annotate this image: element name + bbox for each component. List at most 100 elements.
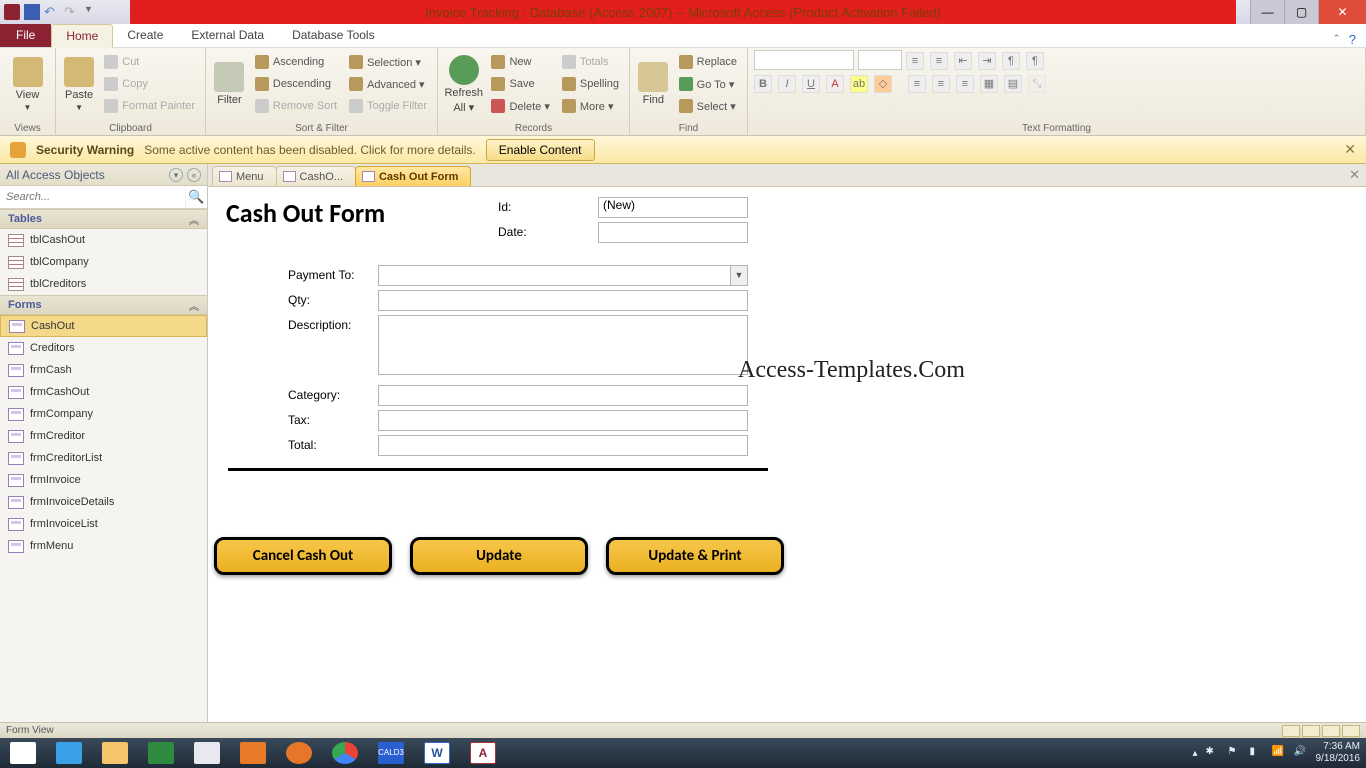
paste-button[interactable]: Paste▼	[62, 50, 96, 118]
design-view-icon[interactable]	[1342, 725, 1360, 737]
taskbar-access[interactable]: A	[460, 738, 506, 768]
nav-category-tables[interactable]: Tables︽	[0, 209, 207, 229]
fill-color-icon[interactable]: ◇	[874, 75, 892, 93]
highlight-icon[interactable]: ab	[850, 75, 868, 93]
qty-field[interactable]	[378, 290, 748, 311]
goto-button[interactable]: Go To ▾	[675, 74, 741, 94]
selection-button[interactable]: Selection ▾	[345, 52, 431, 72]
filter-button[interactable]: Filter	[212, 50, 247, 118]
ltr-icon[interactable]: ¶	[1002, 52, 1020, 70]
tax-field[interactable]	[378, 410, 748, 431]
taskbar-word[interactable]: W	[414, 738, 460, 768]
nav-form-item[interactable]: CashOut	[0, 315, 207, 337]
taskbar-firefox[interactable]	[276, 738, 322, 768]
tray-clock[interactable]: 7:36 AM 9/18/2016	[1316, 741, 1361, 765]
doc-tab-cashout-form[interactable]: Cash Out Form	[355, 166, 471, 186]
nav-table-item[interactable]: tblCompany	[0, 251, 207, 273]
nav-form-item[interactable]: frmCashOut	[0, 381, 207, 403]
description-field[interactable]	[378, 315, 748, 375]
chevron-down-icon[interactable]: ▼	[730, 266, 747, 285]
font-name-combo[interactable]	[754, 50, 854, 70]
taskbar-app2[interactable]	[230, 738, 276, 768]
format-painter-button[interactable]: Format Painter	[100, 96, 199, 116]
nav-form-item[interactable]: frmMenu	[0, 535, 207, 557]
tab-external-data[interactable]: External Data	[177, 23, 278, 47]
network-icon[interactable]: 📶	[1272, 746, 1286, 760]
nav-form-item[interactable]: frmCompany	[0, 403, 207, 425]
nav-form-item[interactable]: frmCreditorList	[0, 447, 207, 469]
toggle-filter-button[interactable]: Toggle Filter	[345, 96, 431, 116]
select-button[interactable]: Select ▾	[675, 96, 741, 116]
totals-button[interactable]: Totals	[558, 52, 623, 72]
taskbar-cald3[interactable]: CALD3	[368, 738, 414, 768]
taskbar-store[interactable]	[138, 738, 184, 768]
sort-asc-button[interactable]: Ascending	[251, 52, 341, 72]
taskbar-ie[interactable]	[46, 738, 92, 768]
taskbar-explorer[interactable]	[92, 738, 138, 768]
enable-content-button[interactable]: Enable Content	[486, 139, 595, 161]
nav-form-item[interactable]: frmInvoiceDetails	[0, 491, 207, 513]
total-field[interactable]	[378, 435, 748, 456]
delete-record-button[interactable]: Delete ▾	[487, 96, 553, 116]
nav-dropdown-icon[interactable]: ▾	[169, 168, 183, 182]
indent-left-icon[interactable]: ⇤	[954, 52, 972, 70]
payment-to-combo[interactable]: ▼	[378, 265, 748, 286]
date-field[interactable]	[598, 222, 748, 243]
battery-icon[interactable]: ▮	[1250, 746, 1264, 760]
save-record-button[interactable]: Save	[487, 74, 553, 94]
align-left-icon[interactable]: ≡	[908, 75, 926, 93]
bullets-icon[interactable]: ≡	[906, 52, 924, 70]
layout-view-icon[interactable]	[1322, 725, 1340, 737]
advanced-button[interactable]: Advanced ▾	[345, 74, 431, 94]
tab-home[interactable]: Home	[51, 24, 113, 48]
underline-icon[interactable]: U	[802, 75, 820, 93]
cancel-cash-out-button[interactable]: Cancel Cash Out	[214, 537, 392, 575]
font-color-icon[interactable]: A	[826, 75, 844, 93]
save-icon[interactable]	[24, 4, 40, 20]
maximize-button[interactable]: ▢	[1284, 0, 1318, 24]
bluetooth-icon[interactable]: ✱	[1206, 746, 1220, 760]
nav-form-item[interactable]: Creditors	[0, 337, 207, 359]
rtl-icon[interactable]: ¶	[1026, 52, 1044, 70]
tray-up-icon[interactable]: ▴	[1192, 748, 1197, 759]
cut-button[interactable]: Cut	[100, 52, 199, 72]
nav-form-item[interactable]: frmCash	[0, 359, 207, 381]
search-icon[interactable]: 🔍	[185, 186, 207, 208]
nav-form-item[interactable]: frmCreditor	[0, 425, 207, 447]
update-print-button[interactable]: Update & Print	[606, 537, 784, 575]
form-view-icon[interactable]	[1282, 725, 1300, 737]
bold-icon[interactable]: B	[754, 75, 772, 93]
file-tab[interactable]: File	[0, 23, 51, 47]
nav-table-item[interactable]: tblCreditors	[0, 273, 207, 295]
copy-button[interactable]: Copy	[100, 74, 199, 94]
find-button[interactable]: Find	[636, 50, 671, 118]
doc-tab-close-icon[interactable]: ✕	[1349, 167, 1360, 183]
start-button[interactable]	[0, 738, 46, 768]
redo-icon[interactable]: ↷	[64, 4, 80, 20]
minimize-ribbon-icon[interactable]: ˆ	[1334, 32, 1338, 47]
expand-icon[interactable]: ⤡	[1028, 75, 1046, 93]
doc-tab-cashout[interactable]: CashO...	[276, 166, 356, 186]
view-button[interactable]: View▼	[6, 50, 49, 118]
alt-row-icon[interactable]: ▤	[1004, 75, 1022, 93]
numbering-icon[interactable]: ≡	[930, 52, 948, 70]
italic-icon[interactable]: I	[778, 75, 796, 93]
taskbar-chrome[interactable]	[322, 738, 368, 768]
sort-desc-button[interactable]: Descending	[251, 74, 341, 94]
security-warning-message[interactable]: Some active content has been disabled. C…	[144, 143, 476, 157]
volume-icon[interactable]: 🔊	[1294, 746, 1308, 760]
close-button[interactable]: ✕	[1318, 0, 1366, 24]
refresh-all-button[interactable]: RefreshAll ▾	[444, 50, 483, 118]
replace-button[interactable]: Replace	[675, 52, 741, 72]
doc-tab-menu[interactable]: Menu	[212, 166, 277, 186]
nav-form-item[interactable]: frmInvoice	[0, 469, 207, 491]
flag-icon[interactable]: ⚑	[1228, 746, 1242, 760]
tab-create[interactable]: Create	[113, 23, 177, 47]
nav-form-item[interactable]: frmInvoiceList	[0, 513, 207, 535]
undo-icon[interactable]: ↶	[44, 4, 60, 20]
new-record-button[interactable]: New	[487, 52, 553, 72]
indent-right-icon[interactable]: ⇥	[978, 52, 996, 70]
datasheet-view-icon[interactable]	[1302, 725, 1320, 737]
minimize-button[interactable]: —	[1250, 0, 1284, 24]
help-icon[interactable]: ?	[1349, 32, 1356, 47]
